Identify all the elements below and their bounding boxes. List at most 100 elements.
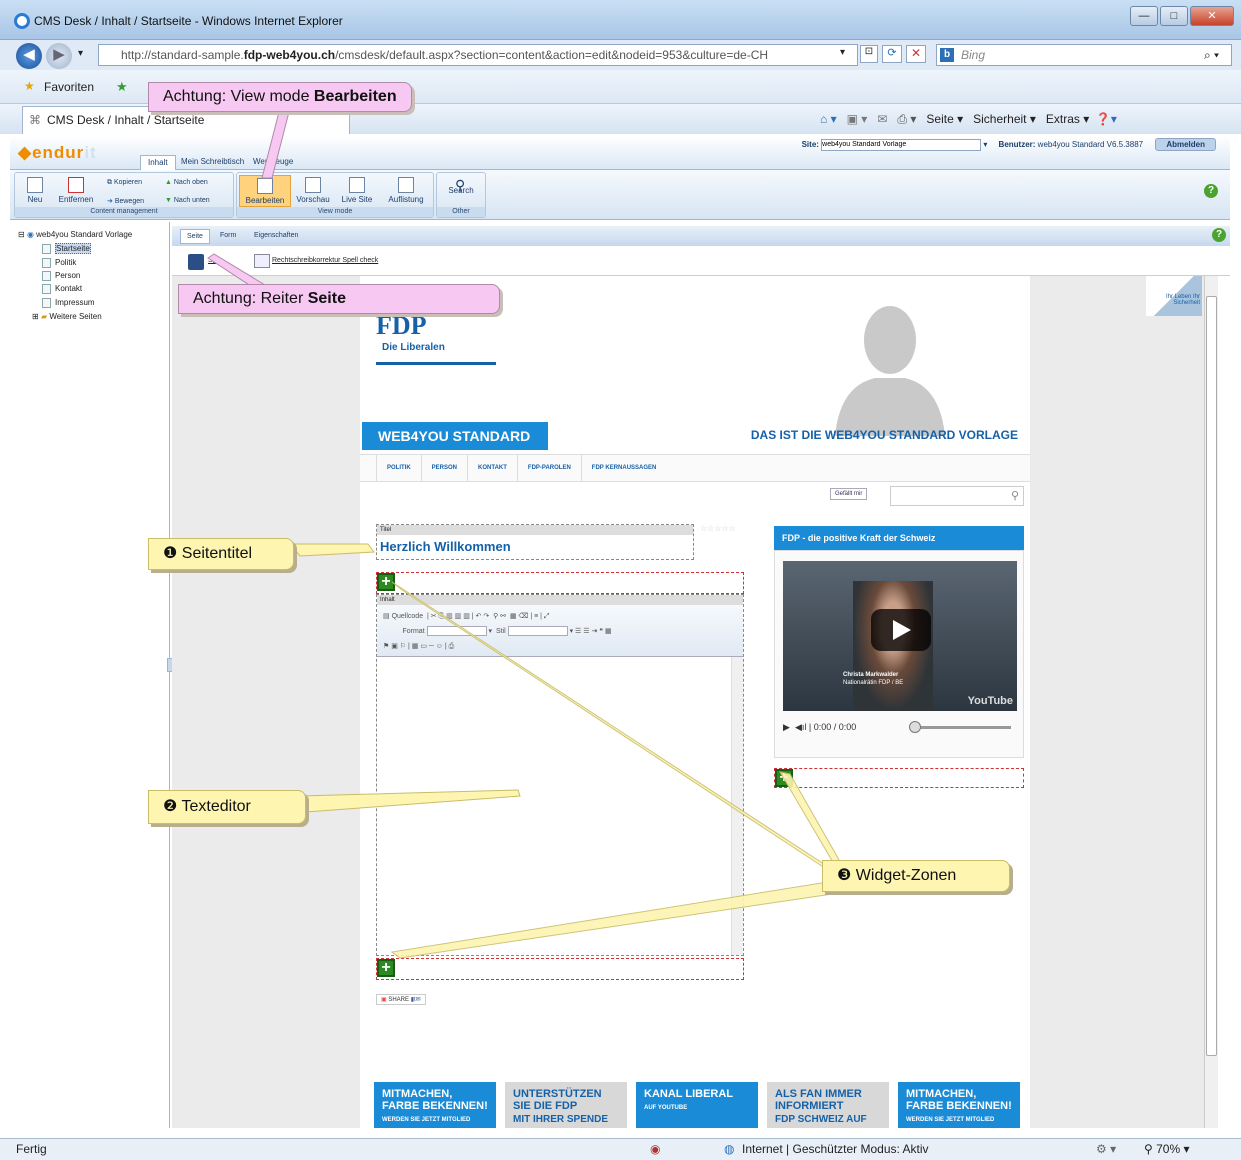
nav-parolen[interactable]: FDP-PAROLEN <box>516 455 581 481</box>
volume-icon[interactable]: ◀ıl <box>795 722 806 732</box>
scrollbar-thumb[interactable] <box>1206 296 1217 1056</box>
url-dropdown-icon[interactable]: ▾ <box>840 47 845 58</box>
search-button[interactable]: ⚲ Search <box>441 177 481 195</box>
video-thumbnail[interactable]: Christa Markwalder Nationalrätin FDP / BE… <box>783 561 1017 711</box>
add-widget-icon[interactable]: + <box>377 959 395 977</box>
url-field[interactable]: http://standard-sample.fdp-web4you.ch/cm… <box>98 44 858 66</box>
tree-root[interactable]: ⊟ ◉ web4you Standard Vorlage <box>18 228 132 241</box>
tab-seite[interactable]: Seite <box>180 229 210 244</box>
promo-fan[interactable]: ALS FAN IMMER INFORMIERT FDP SCHWEIZ AUF <box>767 1082 889 1128</box>
site-dropdown-icon[interactable]: ▾ <box>983 140 987 149</box>
nav-kernaussagen[interactable]: FDP KERNAUSSAGEN <box>580 455 667 481</box>
site-search-input[interactable]: ⚲ <box>890 486 1024 506</box>
expand-icon[interactable]: ⊞ <box>32 312 41 321</box>
editor-scrollbar[interactable] <box>731 657 743 955</box>
preview-button[interactable]: Vorschau <box>293 177 333 204</box>
play-icon[interactable] <box>871 609 931 651</box>
tools-menu[interactable]: Extras ▾ <box>1046 112 1089 126</box>
close-button[interactable]: ✕ <box>1190 6 1234 26</box>
video-scrubber[interactable] <box>909 721 921 733</box>
feeds-icon[interactable]: ▣ ▾ <box>847 112 868 126</box>
collapse-icon[interactable]: ⊟ <box>18 230 27 239</box>
print-icon[interactable]: ⎙ ▾ <box>897 112 916 126</box>
save-button[interactable]: Spe <box>208 257 220 264</box>
promo-title: UNTERSTÜTZEN SIE DIE FDP <box>513 1088 602 1112</box>
zoom-level[interactable]: ⚲ 70% ▾ <box>1144 1139 1190 1160</box>
video-progress-track[interactable] <box>911 726 1011 729</box>
widget-zone-top[interactable]: + <box>376 572 744 594</box>
rating-stars[interactable]: ☆☆☆☆☆ <box>700 524 736 533</box>
widget-zone-bottom[interactable]: + <box>376 958 744 980</box>
tab-eigenschaften[interactable]: Eigenschaften <box>248 229 304 244</box>
ribbon-help-icon[interactable]: ? <box>1204 184 1218 198</box>
tree-item-politik[interactable]: Politik <box>42 256 76 269</box>
format-select[interactable] <box>426 626 487 637</box>
source-button[interactable]: ▤ Quellcode <box>383 613 423 620</box>
logout-button[interactable]: Abmelden <box>1155 138 1216 151</box>
save-icon[interactable] <box>188 254 204 270</box>
tab-form[interactable]: Form <box>214 229 242 244</box>
widget-zone-sidebar[interactable]: + <box>774 768 1024 788</box>
stop-icon[interactable]: ✕ <box>906 45 926 63</box>
protected-mode-icon[interactable]: ⚙ ▾ <box>1096 1139 1116 1160</box>
back-icon[interactable]: ◀ <box>16 43 42 69</box>
tree-item-impressum[interactable]: Impressum <box>42 296 95 309</box>
cms-tab-schreibtisch[interactable]: Mein Schreibtisch <box>174 155 251 170</box>
nav-person[interactable]: PERSON <box>420 455 467 481</box>
minimize-button[interactable]: — <box>1130 6 1158 26</box>
play-small-icon[interactable]: ▶ <box>783 722 790 732</box>
page-menu[interactable]: Seite ▾ <box>926 112 963 126</box>
search-input[interactable]: Bing <box>936 44 1232 66</box>
new-button[interactable]: Neu <box>21 177 49 204</box>
tree-item-startseite[interactable]: Startseite <box>42 242 91 255</box>
maximize-button[interactable]: □ <box>1160 6 1188 26</box>
move-down-button[interactable]: ▼ Nach unten <box>165 197 210 204</box>
edit-mode-button[interactable]: Bearbeiten <box>239 175 291 207</box>
privacy-icon[interactable]: ◉ <box>650 1139 660 1160</box>
editor-text-area[interactable] <box>377 657 743 955</box>
safety-menu[interactable]: Sicherheit ▾ <box>973 112 1036 126</box>
tree-item-person[interactable]: Person <box>42 269 80 282</box>
move-button[interactable]: ➜ Bewegen <box>107 197 144 205</box>
copy-button[interactable]: ⧉ Kopieren <box>107 179 142 187</box>
forward-icon[interactable]: ▶ <box>46 43 72 69</box>
title-value[interactable]: Herzlich Willkommen <box>380 539 511 554</box>
list-button[interactable]: Auflistung <box>383 177 429 204</box>
preview-icon <box>305 177 321 193</box>
mail-icon[interactable]: ✉ <box>877 112 887 126</box>
promo-unterstuetzen[interactable]: UNTERSTÜTZEN SIE DIE FDP MIT IHRER SPENDE <box>505 1082 627 1128</box>
tree-item-kontakt[interactable]: Kontakt <box>42 282 82 295</box>
compat-view-icon[interactable]: ⊡ <box>860 45 878 63</box>
spellcheck-button[interactable]: Rechtschreibkorrektur Spell check <box>272 257 378 264</box>
nav-kontakt[interactable]: KONTAKT <box>467 455 517 481</box>
help-icon[interactable]: ❓▾ <box>1096 112 1117 126</box>
title-field[interactable]: Titel Herzlich Willkommen <box>376 524 694 560</box>
live-site-button[interactable]: Live Site <box>337 177 377 204</box>
refresh-icon[interactable]: ⟳ <box>882 45 902 63</box>
promo-mitmachen[interactable]: MITMACHEN, FARBE BEKENNEN! WERDEN SIE JET… <box>374 1082 496 1128</box>
cms-tab-werkzeuge[interactable]: Werkzeuge <box>246 155 300 170</box>
move-up-button[interactable]: ▲ Nach oben <box>165 179 208 186</box>
style-select[interactable] <box>507 626 568 637</box>
add-favorite-icon[interactable]: ★ <box>116 79 128 95</box>
editor-label: Inhalt <box>377 595 743 605</box>
cms-tab-inhalt[interactable]: Inhalt <box>140 155 176 170</box>
search-icon[interactable]: ⚲ <box>1011 489 1019 502</box>
tree-item-weitere[interactable]: ⊞ ▰ Weitere Seiten <box>32 310 102 323</box>
page-scrollbar[interactable] <box>1204 276 1218 1128</box>
corner-badge[interactable]: Ihr Leben Ihr Sicherheit <box>1146 276 1202 316</box>
like-button[interactable]: Gefällt mir <box>830 488 868 500</box>
history-dropdown-icon[interactable]: ▾ <box>78 48 83 59</box>
add-widget-icon[interactable]: + <box>377 573 395 591</box>
promo-mitmachen-2[interactable]: MITMACHEN, FARBE BEKENNEN! WERDEN SIE JET… <box>898 1082 1020 1128</box>
home-icon[interactable]: ⌂ ▾ <box>820 112 837 126</box>
search-icon[interactable]: ⌕ ▾ <box>1204 48 1219 63</box>
site-select[interactable] <box>821 138 982 151</box>
nav-politik[interactable]: POLITIK <box>376 455 421 481</box>
share-button[interactable]: ▣ SHARE ▮t✉ <box>376 994 426 1005</box>
favorites-button[interactable]: Favoriten <box>44 80 94 94</box>
add-widget-icon[interactable]: + <box>775 769 793 787</box>
promo-kanal[interactable]: KANAL LIBERAL AUF YOUTUBE <box>636 1082 758 1128</box>
tabs-help-icon[interactable]: ? <box>1212 228 1226 242</box>
delete-button[interactable]: Entfernen <box>55 177 97 204</box>
